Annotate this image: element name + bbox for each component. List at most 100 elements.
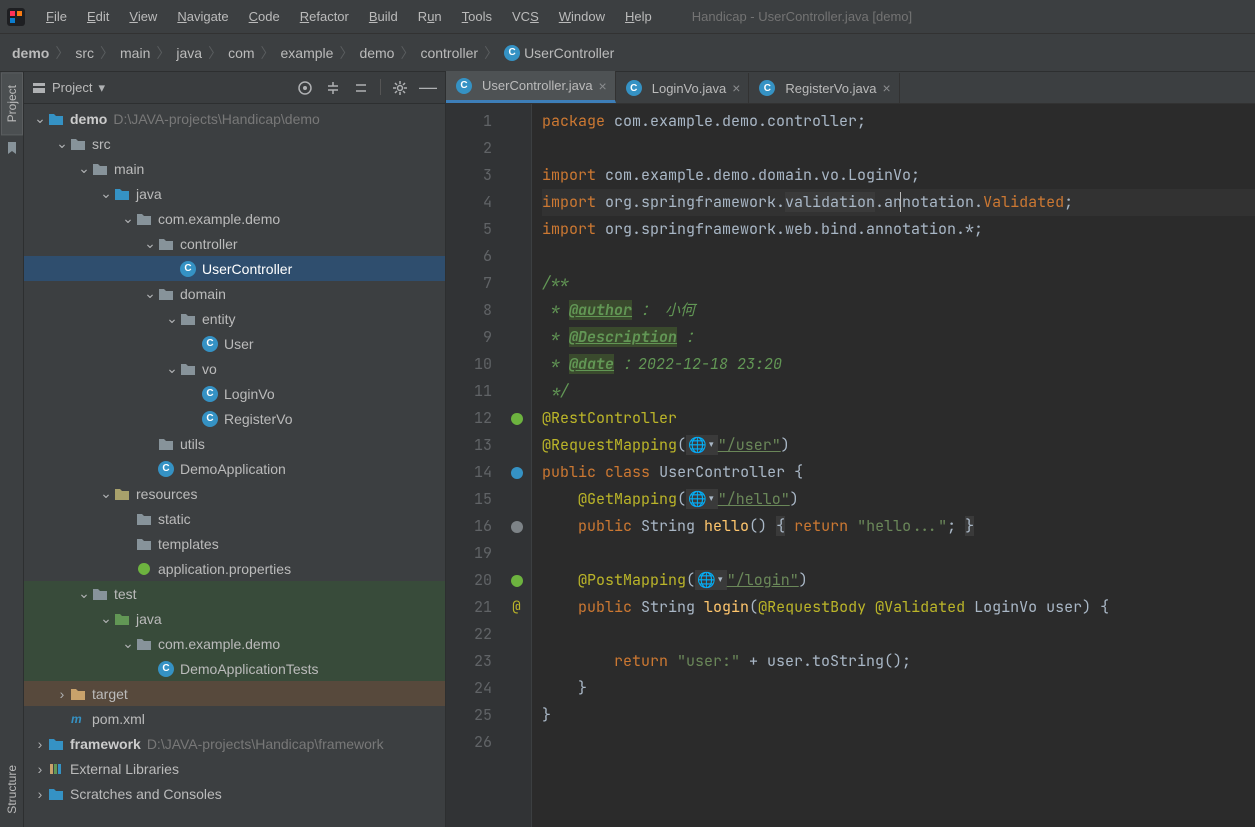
menu-tools[interactable]: Tools: [452, 3, 502, 30]
settings-icon[interactable]: [391, 79, 409, 97]
chevron-down-icon[interactable]: ⌄: [76, 161, 92, 177]
tree-node-user[interactable]: C User: [24, 331, 445, 356]
spring-gutter-icon[interactable]: [502, 405, 531, 432]
chevron-down-icon[interactable]: ⌄: [98, 486, 114, 502]
menu-file[interactable]: File: [36, 3, 77, 30]
chevron-down-icon[interactable]: ⌄: [98, 186, 114, 202]
tree-node-utils[interactable]: utils: [24, 431, 445, 456]
folder-icon: [136, 536, 152, 552]
tree-node-templates[interactable]: templates: [24, 531, 445, 556]
menu-help[interactable]: Help: [615, 3, 662, 30]
close-tab-icon[interactable]: ×: [599, 78, 607, 94]
code-content[interactable]: package com.example.demo.controller; imp…: [532, 104, 1255, 827]
hide-panel-icon[interactable]: —: [419, 79, 437, 97]
editor-tab-usercontroller[interactable]: C UserController.java ×: [446, 71, 616, 103]
crumb-demo2[interactable]: demo: [359, 45, 394, 61]
project-tree[interactable]: ⌄ demo D:\JAVA-projects\Handicap\demo ⌄ …: [24, 104, 445, 827]
tree-node-test-pkg[interactable]: ⌄ com.example.demo: [24, 631, 445, 656]
close-tab-icon[interactable]: ×: [732, 80, 740, 96]
chevron-right-icon[interactable]: ›: [32, 736, 48, 752]
chevron-down-icon[interactable]: ⌄: [76, 586, 92, 602]
crumb-example[interactable]: example: [281, 45, 334, 61]
code-editor[interactable]: 123456789101112131415161920212223242526 …: [446, 104, 1255, 827]
dropdown-icon[interactable]: ▾: [98, 80, 105, 96]
chevron-right-icon[interactable]: ›: [32, 761, 48, 777]
expand-all-icon[interactable]: [324, 79, 342, 97]
tree-node-demoapp[interactable]: C DemoApplication: [24, 456, 445, 481]
crumb-src[interactable]: src: [75, 45, 94, 61]
tree-node-loginvo[interactable]: C LoginVo: [24, 381, 445, 406]
class-icon: C: [504, 45, 520, 61]
tree-node-domain[interactable]: ⌄ domain: [24, 281, 445, 306]
chevron-right-icon[interactable]: ›: [32, 786, 48, 802]
tree-node-extlibs[interactable]: › External Libraries: [24, 756, 445, 781]
crumb-file[interactable]: UserController: [524, 45, 614, 61]
maven-icon: m: [70, 711, 86, 727]
crumb-demo[interactable]: demo: [12, 45, 49, 61]
tree-node-package[interactable]: ⌄ com.example.demo: [24, 206, 445, 231]
structure-tool-tab[interactable]: Structure: [1, 752, 23, 827]
select-opened-file-icon[interactable]: [296, 79, 314, 97]
tree-node-pom[interactable]: m pom.xml: [24, 706, 445, 731]
editor-tab-loginvo[interactable]: C LoginVo.java ×: [616, 73, 750, 103]
crumb-main[interactable]: main: [120, 45, 150, 61]
tree-node-demo[interactable]: ⌄ demo D:\JAVA-projects\Handicap\demo: [24, 106, 445, 131]
excluded-folder-icon: [70, 686, 86, 702]
tree-node-appprops[interactable]: application.properties: [24, 556, 445, 581]
menu-build[interactable]: Build: [359, 3, 408, 30]
tree-node-java[interactable]: ⌄ java: [24, 181, 445, 206]
menu-bar: File Edit View Navigate Code Refactor Bu…: [0, 0, 1255, 34]
chevron-down-icon[interactable]: ⌄: [142, 236, 158, 252]
endpoint-gutter-icon[interactable]: [502, 459, 531, 486]
tree-node-test[interactable]: ⌄ test: [24, 581, 445, 606]
editor-tab-registervo[interactable]: C RegisterVo.java ×: [749, 73, 899, 103]
menu-vcs[interactable]: VCS: [502, 3, 549, 30]
crumb-controller[interactable]: controller: [420, 45, 478, 61]
chevron-right-icon[interactable]: ›: [54, 686, 70, 702]
tree-node-entity[interactable]: ⌄ entity: [24, 306, 445, 331]
tree-node-controller[interactable]: ⌄ controller: [24, 231, 445, 256]
package-icon: [158, 286, 174, 302]
menu-edit[interactable]: Edit: [77, 3, 119, 30]
menu-navigate[interactable]: Navigate: [167, 3, 238, 30]
tool-window-bar: Project Structure: [0, 72, 24, 827]
crumb-com[interactable]: com: [228, 45, 254, 61]
tree-node-usercontroller[interactable]: C UserController: [24, 256, 445, 281]
chevron-down-icon[interactable]: ⌄: [142, 286, 158, 302]
close-tab-icon[interactable]: ×: [882, 80, 890, 96]
chevron-down-icon[interactable]: ⌄: [164, 311, 180, 327]
libraries-icon: [48, 761, 64, 777]
spring-gutter-icon[interactable]: [502, 567, 531, 594]
chevron-down-icon[interactable]: ⌄: [98, 611, 114, 627]
menu-refactor[interactable]: Refactor: [290, 3, 359, 30]
tree-node-static[interactable]: static: [24, 506, 445, 531]
bookmark-icon[interactable]: [5, 141, 19, 155]
tree-node-src[interactable]: ⌄ src: [24, 131, 445, 156]
project-tool-tab[interactable]: Project: [1, 72, 23, 135]
project-view-icon: [32, 81, 46, 95]
tree-node-test-java[interactable]: ⌄ java: [24, 606, 445, 631]
tree-node-target[interactable]: › target: [24, 681, 445, 706]
tree-node-main[interactable]: ⌄ main: [24, 156, 445, 181]
tree-node-resources[interactable]: ⌄ resources: [24, 481, 445, 506]
menu-window[interactable]: Window: [549, 3, 615, 30]
chevron-down-icon[interactable]: ⌄: [120, 211, 136, 227]
crumb-java[interactable]: java: [176, 45, 202, 61]
menu-run[interactable]: Run: [408, 3, 452, 30]
chevron-down-icon[interactable]: ⌄: [32, 111, 48, 127]
package-icon: [158, 436, 174, 452]
chevron-down-icon[interactable]: ⌄: [120, 636, 136, 652]
tree-node-framework[interactable]: › framework D:\JAVA-projects\Handicap\fr…: [24, 731, 445, 756]
tree-node-vo[interactable]: ⌄ vo: [24, 356, 445, 381]
chevron-down-icon[interactable]: ⌄: [54, 136, 70, 152]
menu-code[interactable]: Code: [239, 3, 290, 30]
tree-node-demotests[interactable]: C DemoApplicationTests: [24, 656, 445, 681]
endpoint-gutter-icon[interactable]: [502, 513, 531, 540]
project-panel: Project ▾ — ⌄ demo D:\JAVA-projects\Hand…: [24, 72, 446, 827]
chevron-down-icon[interactable]: ⌄: [164, 361, 180, 377]
tree-node-registervo[interactable]: C RegisterVo: [24, 406, 445, 431]
spring-at-gutter-icon[interactable]: @: [502, 594, 531, 621]
tree-node-scratches[interactable]: › Scratches and Consoles: [24, 781, 445, 806]
menu-view[interactable]: View: [119, 3, 167, 30]
collapse-all-icon[interactable]: [352, 79, 370, 97]
